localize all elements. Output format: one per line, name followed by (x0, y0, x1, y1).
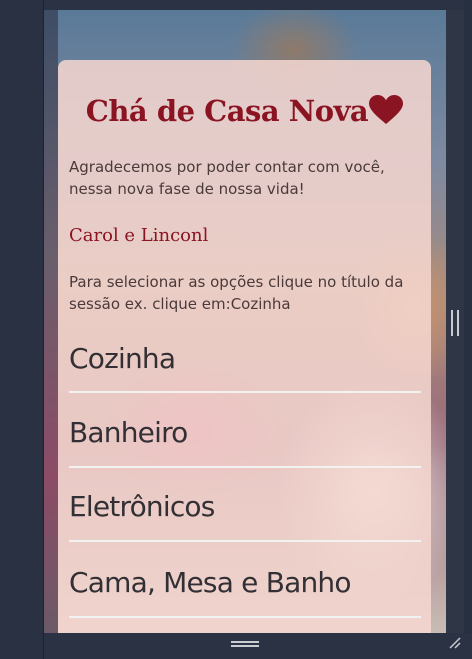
section-banheiro[interactable]: Banheiro (69, 414, 421, 468)
app-frame: Chá de Casa Nova Agradecemos por poder c… (0, 0, 472, 659)
instructions-text: Para selecionar as opções clique no títu… (69, 273, 404, 313)
left-gutter (0, 0, 44, 659)
page-viewport[interactable]: Chá de Casa Nova Agradecemos por poder c… (44, 10, 446, 633)
section-title[interactable]: Cama, Mesa e Banho (69, 564, 421, 599)
content-card: Chá de Casa Nova Agradecemos por poder c… (58, 60, 431, 633)
section-title[interactable]: Eletrônicos (69, 488, 421, 523)
intro-text: Agradecemos por poder contar com você, n… (69, 158, 385, 198)
couple-signature: Carol e Linconl (69, 225, 209, 246)
section-cama-mesa-banho[interactable]: Cama, Mesa e Banho (69, 564, 421, 618)
section-cozinha[interactable]: Cozinha (69, 340, 421, 393)
heart-icon (369, 95, 404, 124)
page-title-text: Chá de Casa Nova (85, 94, 369, 128)
section-title[interactable]: Banheiro (69, 414, 421, 449)
section-title[interactable]: Cozinha (69, 340, 421, 375)
background-photo-edge (44, 10, 58, 633)
resize-handle-icon[interactable] (449, 637, 461, 649)
page-title: Chá de Casa Nova (58, 94, 431, 128)
scrollbar-grip-icon[interactable] (451, 310, 459, 336)
section-eletronicos[interactable]: Eletrônicos (69, 488, 421, 542)
right-edge (464, 0, 472, 659)
top-bar (44, 0, 464, 10)
drag-handle-icon[interactable] (231, 641, 259, 647)
